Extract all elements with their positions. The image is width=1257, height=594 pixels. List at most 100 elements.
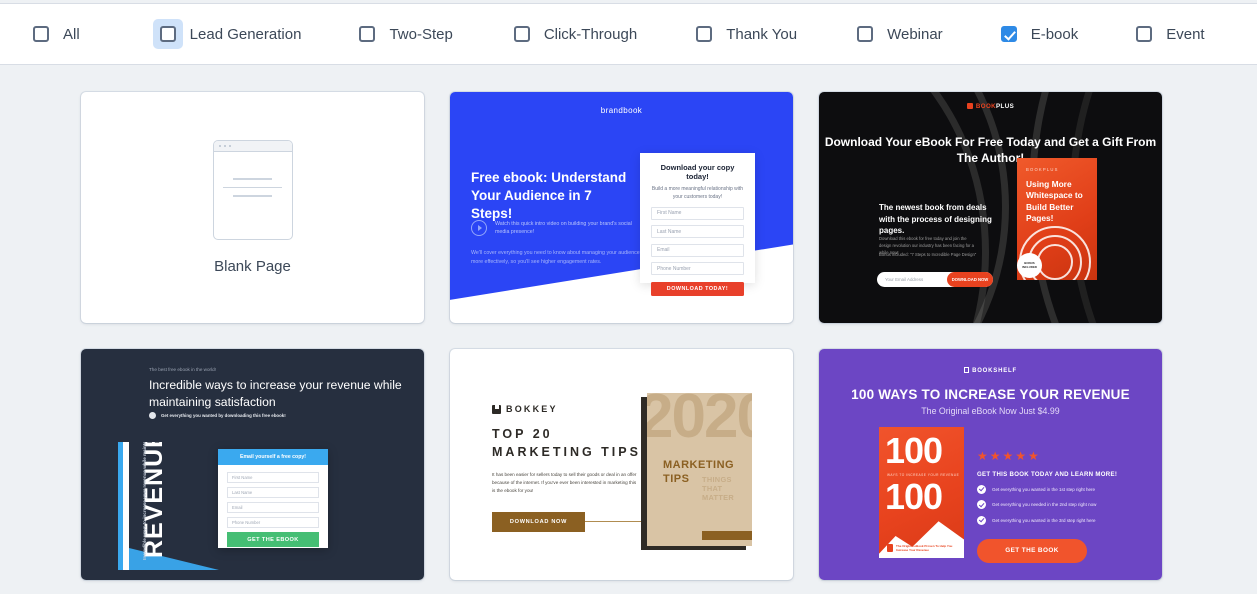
bookplus-logo: BOOKPLUS [819,103,1162,110]
checkbox-wrap-ebook[interactable] [994,19,1024,49]
template-card-bokkey[interactable]: BOKKEY TOP 20 MARKETING TIPS It has been… [450,349,793,580]
book-icon [492,404,501,414]
bokkey-book-tips: TIPS [663,472,690,485]
bookplus-book-cover: BOOKPLUS Using More Whitespace to Build … [1017,158,1097,280]
filter-item-all[interactable]: All [26,4,80,64]
checkbox-wrap-event[interactable] [1129,19,1159,49]
checkbox-wrap-click-through[interactable] [507,19,537,49]
brandbook-field-phone[interactable]: Phone Number [651,262,744,275]
bokkey-headline-line1: TOP 20 [492,427,553,441]
book-badge-icon [887,543,894,552]
revenue-field-last-name[interactable]: Last Name [227,487,319,498]
checkbox-thank-you[interactable] [696,26,713,42]
bookshelf-book-footer-text: The Original eBook Proven To Help You In… [896,543,953,552]
checkbox-click-through[interactable] [513,26,530,42]
bookplus-headline: Download Your eBook For Free Today and G… [824,135,1157,166]
wireframe-titlebar [213,141,292,152]
brandbook-field-first-name[interactable]: First Name [651,206,744,220]
bookplus-mark-icon [966,103,973,109]
checkbox-wrap-two-step[interactable] [352,19,382,49]
revenue-submit-button[interactable]: GET THE EBOOK [227,532,319,547]
bokkey-logo: BOKKEY [492,404,558,414]
bookshelf-logo-text: BOOKSHELF [972,368,1017,374]
bokkey-download-button[interactable]: DOWNLOAD NOW [492,512,585,532]
filter-label-two-step: Two-Step [389,25,453,43]
brandbook-logo: brandbook [600,106,643,115]
bookshelf-bullet-1: Get everything you wanted in the 1st ste… [977,484,1137,494]
checkbox-webinar[interactable] [857,26,874,42]
browser-window-icon [212,140,293,240]
bookplus-bonus-badge: BONUS INCLUDED [1017,253,1042,278]
filter-label-all: All [63,25,80,43]
filter-item-click-through[interactable]: Click-Through [507,4,637,64]
checkbox-all[interactable] [33,26,49,42]
revenue-field-first-name[interactable]: First Name [227,472,319,483]
template-card-revenue[interactable]: The best free ebook in the world! Incred… [81,349,424,580]
template-grid: Blank Page brandbook Free ebook: Underst… [81,92,1167,580]
bookshelf-cta-heading: GET THIS BOOK TODAY AND LEARN MORE! [977,471,1118,478]
template-card-blank-page[interactable]: Blank Page [81,92,424,323]
filter-item-webinar[interactable]: Webinar [850,4,943,64]
template-card-brandbook[interactable]: brandbook Free ebook: Understand Your Au… [450,92,793,323]
bookshelf-bullet-2: Get everything you needed in the 2nd ste… [977,500,1137,509]
bookshelf-book-number-bottom: 100 [885,476,943,517]
window-dot-icon [228,144,231,148]
template-card-bookplus[interactable]: BOOKPLUS Download Your eBook For Free To… [819,92,1162,323]
play-icon[interactable] [471,220,487,237]
filter-item-thank-you[interactable]: Thank You [689,4,797,64]
bookshelf-subhead: The Original eBook Now Just $4.99 [921,406,1060,416]
brandbook-submit-button[interactable]: DOWNLOAD TODAY! [651,282,744,296]
filter-item-two-step[interactable]: Two-Step [352,4,453,64]
template-card-bookshelf[interactable]: BOOKSHELF 100 WAYS TO INCREASE YOUR REVE… [819,349,1162,580]
check-circle-icon [977,515,986,525]
bookplus-subhead: The newest book from deals with the proc… [879,203,992,236]
revenue-bullet-text: Get everything you wanted by downloading… [161,413,286,418]
bokkey-book-footer-bar [702,531,752,540]
filter-label-lead-generation: Lead Generation [189,25,302,43]
bookshelf-mark-icon [964,367,970,373]
checkbox-ebook[interactable] [1000,26,1017,42]
filter-item-lead-generation[interactable]: Lead Generation [152,4,302,64]
brandbook-video-text: Watch this quick intro video on building… [495,221,632,236]
revenue-form: Email yourself a free copy! First Name L… [218,449,328,548]
checkbox-wrap-webinar[interactable] [850,19,880,49]
revenue-field-phone[interactable]: Phone Number [227,517,319,528]
bookshelf-bullet-text: Get everything you wanted in the 3rd ste… [992,517,1096,523]
wireframe-lines [214,152,292,197]
checkbox-wrap-lead-generation[interactable] [152,19,183,49]
bookshelf-bullet-text: Get everything you wanted in the 1st ste… [992,486,1096,492]
filter-label-thank-you: Thank You [726,25,798,43]
window-dot-icon [223,144,226,148]
brandbook-field-email[interactable]: Email [651,243,744,257]
badge-line-2: INCLUDED [1022,264,1037,269]
check-circle-icon [977,484,986,494]
revenue-headline: Incredible ways to increase your revenue… [149,378,402,409]
bookshelf-get-book-button[interactable]: GET THE BOOK [977,538,1087,563]
wireframe-line [233,178,272,180]
bokkey-body-text: It has been easier for sellers today to … [492,472,637,494]
bookplus-book-brand: BOOKPLUS [1026,167,1059,172]
bookplus-submit-button[interactable]: DOWNLOAD NOW [947,272,993,287]
checkbox-wrap-thank-you[interactable] [689,19,719,49]
brandbook-headline: Free ebook: Understand Your Audience in … [471,170,627,221]
brandbook-field-last-name[interactable]: Last Name [651,225,744,238]
checkbox-two-step[interactable] [359,26,376,42]
bokkey-book-line3: THINGS THAT MATTER [702,475,735,502]
blank-page-inner: Blank Page [81,92,424,323]
filter-item-ebook[interactable]: E-book [994,4,1078,64]
bokkey-book-year: 2020 [647,393,752,451]
brandbook-form: Download your copy today! Build a more m… [640,153,755,296]
bookshelf-bullet-3: Get everything you wanted in the 3rd ste… [977,515,1137,525]
revenue-bullet-row: Get everything you wanted by downloading… [149,412,286,419]
checkbox-event[interactable] [1136,26,1153,42]
checkbox-lead-generation[interactable] [159,26,176,42]
bookshelf-bullet-text: Get everything you needed in the 2nd ste… [992,502,1097,507]
filter-item-event[interactable]: Event [1129,4,1205,64]
checkbox-wrap-all[interactable] [26,19,56,49]
template-type-filter-bar: All Lead Generation Two-Step Click-Throu… [0,3,1257,65]
bookplus-email-input[interactable]: Your Email Address [877,277,947,282]
revenue-kicker: The best free ebook in the world! [149,367,216,372]
bokkey-headline-line2: MARKETING TIPS [492,445,641,459]
revenue-form-title: Email yourself a free copy! [218,449,328,465]
revenue-field-email[interactable]: Email [227,502,319,513]
